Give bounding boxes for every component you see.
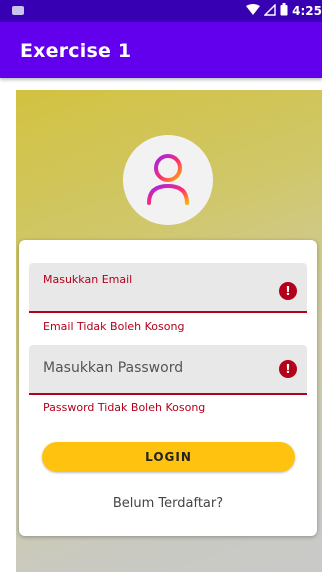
status-icons: 4:25 [246,2,322,19]
battery-icon [280,3,288,19]
avatar [123,135,213,225]
register-link[interactable]: Belum Terdaftar? [19,496,317,511]
email-field[interactable]: Masukkan Email ! [29,263,307,313]
status-time: 4:25 [292,4,322,18]
error-icon: ! [279,282,297,300]
app-bar: Exercise 1 [0,22,322,78]
signal-icon [263,2,276,19]
password-error-text: Password Tidak Boleh Kosong [43,401,206,414]
email-label: Masukkan Email [43,273,133,286]
password-label: Masukkan Password [43,360,184,376]
status-bar: 4:25 [0,0,322,22]
email-error-text: Email Tidak Boleh Kosong [43,320,185,333]
login-button[interactable]: LOGIN [42,442,295,472]
login-card: Masukkan Email ! Email Tidak Boleh Koson… [19,240,317,536]
wifi-icon [246,3,261,19]
password-field[interactable]: Masukkan Password ! [29,345,307,395]
user-icon [147,154,189,205]
notification-icon [12,6,24,15]
error-icon: ! [279,360,297,378]
app-title: Exercise 1 [20,40,132,62]
